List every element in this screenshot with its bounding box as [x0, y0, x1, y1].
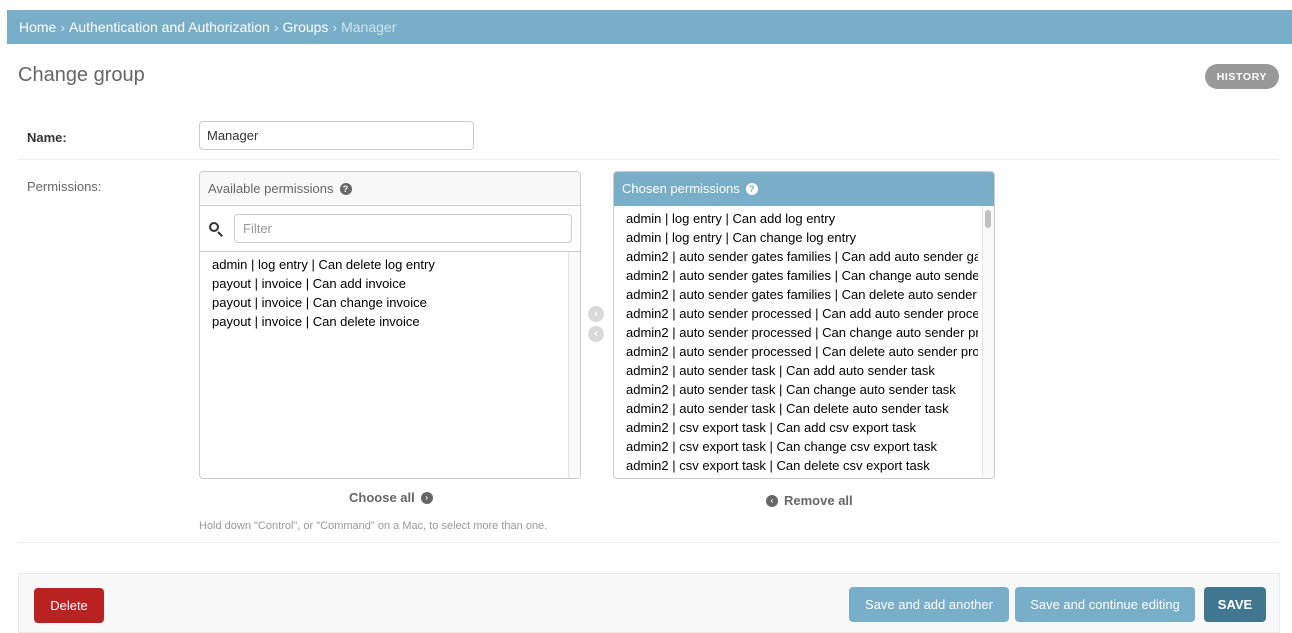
- breadcrumb-separator: ›: [273, 19, 279, 35]
- permission-option[interactable]: payout | invoice | Can add invoice: [212, 274, 568, 293]
- save-and-add-another-button[interactable]: Save and add another: [849, 587, 1009, 622]
- scrollbar[interactable]: [568, 252, 580, 478]
- breadcrumb-separator: ›: [332, 19, 338, 35]
- permission-option[interactable]: admin2 | auto sender task | Can delete a…: [626, 399, 978, 418]
- remove-all-label: Remove all: [784, 493, 853, 508]
- permission-option[interactable]: admin2 | auto sender processed | Can del…: [626, 342, 978, 361]
- breadcrumb-separator: ›: [60, 19, 66, 35]
- permission-option[interactable]: admin2 | auto sender processed | Can cha…: [626, 323, 978, 342]
- name-input[interactable]: Manager: [199, 121, 474, 150]
- permission-option[interactable]: admin | log entry | Can add log entry: [626, 209, 978, 228]
- help-icon[interactable]: ?: [745, 182, 758, 195]
- scrollbar-thumb[interactable]: [985, 210, 991, 228]
- add-selected-arrow-icon[interactable]: ›: [588, 306, 604, 322]
- choose-all-link[interactable]: Choose all ›: [349, 490, 433, 505]
- chosen-permissions-box: Chosen permissions ? admin | log entry |…: [613, 171, 995, 479]
- permission-option[interactable]: admin | log entry | Can delete log entry: [212, 255, 568, 274]
- permission-option[interactable]: admin2 | auto sender gates families | Ca…: [626, 266, 978, 285]
- available-permissions-list[interactable]: admin | log entry | Can delete log entry…: [200, 252, 580, 478]
- available-permissions-header: Available permissions ?: [200, 172, 580, 206]
- breadcrumb: Home › Authentication and Authorization …: [7, 10, 1292, 44]
- save-and-continue-button[interactable]: Save and continue editing: [1015, 587, 1195, 622]
- permission-option[interactable]: admin2 | auto sender task | Can change a…: [626, 380, 978, 399]
- choose-all-label: Choose all: [349, 490, 415, 505]
- breadcrumb-section-link[interactable]: Authentication and Authorization: [69, 19, 270, 35]
- filter-input[interactable]: Filter: [234, 214, 572, 243]
- permissions-label: Permissions:: [27, 179, 102, 194]
- arrow-right-circle-icon: ›: [420, 491, 433, 504]
- breadcrumb-model-link[interactable]: Groups: [283, 19, 329, 35]
- row-divider: [18, 542, 1279, 543]
- available-permissions-box: Available permissions ? Filter admin | l…: [199, 171, 581, 479]
- chosen-permissions-list[interactable]: admin | log entry | Can add log entry adm…: [614, 206, 994, 478]
- chosen-permissions-header: Chosen permissions ?: [614, 172, 994, 206]
- permission-option[interactable]: payout | invoice | Can change invoice: [212, 293, 568, 312]
- save-button[interactable]: SAVE: [1204, 587, 1266, 622]
- breadcrumb-current: Manager: [341, 19, 397, 35]
- permission-option[interactable]: admin2 | auto sender gates families | Ca…: [626, 247, 978, 266]
- row-divider: [18, 159, 1279, 160]
- remove-selected-arrow-icon[interactable]: ‹: [588, 326, 604, 342]
- permission-option[interactable]: admin | log entry | Can change log entry: [626, 228, 978, 247]
- arrow-left-circle-icon: ‹: [766, 494, 778, 507]
- chosen-permissions-title: Chosen permissions: [622, 181, 740, 196]
- help-icon[interactable]: ?: [339, 182, 352, 195]
- help-text: Hold down "Control", or "Command" on a M…: [199, 520, 548, 532]
- filter-row: Filter: [200, 206, 580, 252]
- history-button[interactable]: HISTORY: [1204, 64, 1279, 89]
- permission-option[interactable]: payout | invoice | Can delete invoice: [212, 312, 568, 331]
- permission-option[interactable]: admin2 | auto sender task | Can add auto…: [626, 361, 978, 380]
- available-permissions-title: Available permissions: [208, 181, 334, 196]
- submit-row: Delete Save and add another Save and con…: [18, 573, 1280, 633]
- search-icon: [208, 221, 224, 237]
- permission-option[interactable]: admin2 | csv export task | Can delete cs…: [626, 456, 978, 475]
- permission-option[interactable]: admin2 | auto sender gates families | Ca…: [626, 285, 978, 304]
- permission-option[interactable]: admin2 | auto sender processed | Can add…: [626, 304, 978, 323]
- permission-option[interactable]: admin2 | csv export task | Can change cs…: [626, 437, 978, 456]
- remove-all-link[interactable]: ‹ Remove all: [766, 493, 853, 508]
- delete-button[interactable]: Delete: [34, 588, 104, 623]
- page-title: Change group: [18, 64, 145, 86]
- name-label: Name:: [27, 130, 67, 145]
- scrollbar[interactable]: [982, 206, 994, 478]
- permission-option[interactable]: admin2 | csv export task | Can add csv e…: [626, 418, 978, 437]
- breadcrumb-home-link[interactable]: Home: [19, 19, 56, 35]
